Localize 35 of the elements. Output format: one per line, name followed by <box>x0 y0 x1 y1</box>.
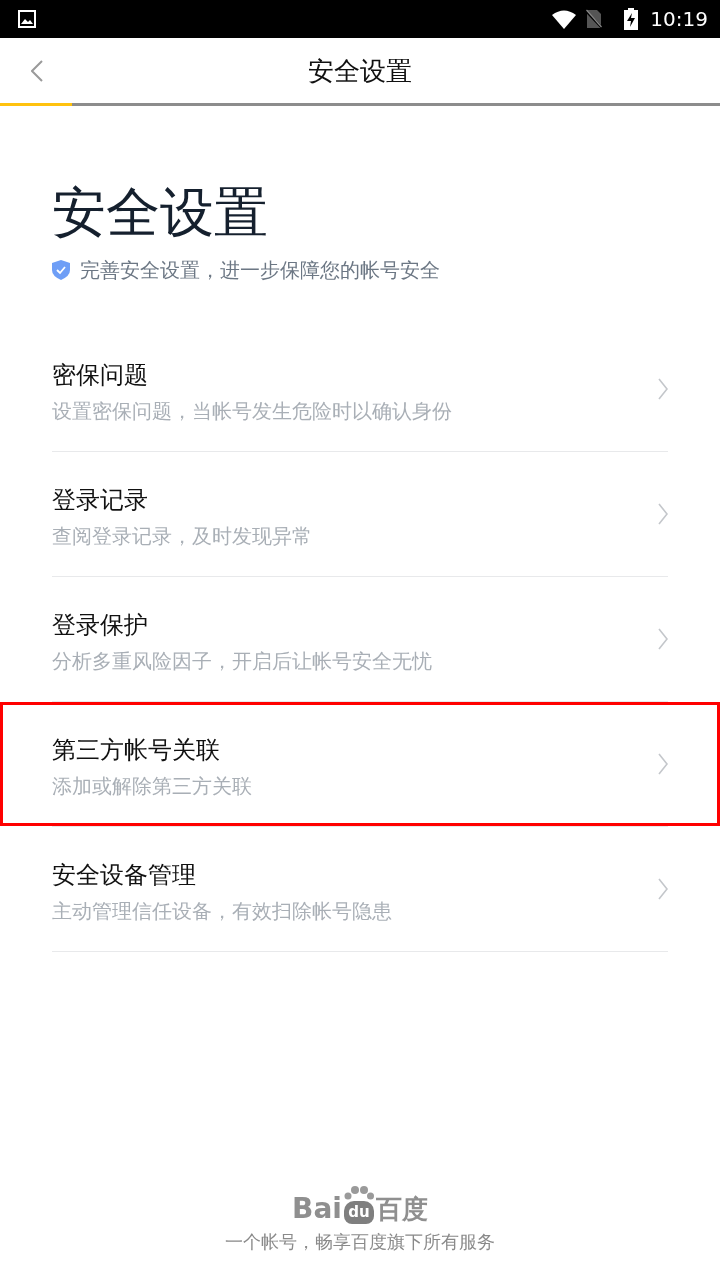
paw-toes-icon <box>343 1186 374 1200</box>
item-title: 登录保护 <box>52 610 148 641</box>
settings-list-item[interactable]: 登录记录 查阅登录记录，及时发现异常 <box>0 452 720 576</box>
item-title: 安全设备管理 <box>52 860 196 891</box>
shield-check-icon <box>52 260 70 280</box>
chevron-right-icon <box>658 628 668 650</box>
item-title: 密保问题 <box>52 360 148 391</box>
no-sim-icon <box>586 9 603 29</box>
logo-paw-text: du <box>344 1201 374 1224</box>
nav-title: 安全设置 <box>308 54 412 88</box>
item-description: 添加或解除第三方关联 <box>52 773 252 800</box>
back-chevron-icon <box>31 60 43 82</box>
settings-list-item[interactable]: 第三方帐号关联 添加或解除第三方关联 <box>0 702 720 826</box>
item-description: 查阅登录记录，及时发现异常 <box>52 523 312 550</box>
chevron-right-icon <box>658 378 668 400</box>
battery-charging-icon <box>624 8 639 30</box>
logo-text: Bai <box>292 1194 342 1224</box>
page-heading: 安全设置 <box>52 181 268 245</box>
page-subtitle: 完善安全设置，进一步保障您的帐号安全 <box>80 257 440 284</box>
picture-icon <box>18 10 36 28</box>
logo-text: 百度 <box>375 1194 428 1224</box>
chevron-right-icon <box>658 878 668 900</box>
item-title: 登录记录 <box>52 485 148 516</box>
settings-list-item[interactable]: 登录保护 分析多重风险因子，开启后让帐号安全无忧 <box>0 577 720 701</box>
chevron-right-icon <box>658 753 668 775</box>
status-time: 10:19 <box>650 7 708 31</box>
settings-list-item[interactable]: 密保问题 设置密保问题，当帐号发生危险时以确认身份 <box>0 327 720 451</box>
footer-tagline: 一个帐号，畅享百度旗下所有服务 <box>225 1230 495 1254</box>
chevron-right-icon <box>658 503 668 525</box>
settings-list-item[interactable]: 安全设备管理 主动管理信任设备，有效扫除帐号隐患 <box>0 827 720 951</box>
item-description: 主动管理信任设备，有效扫除帐号隐患 <box>52 898 392 925</box>
wifi-icon <box>552 9 577 29</box>
item-title: 第三方帐号关联 <box>52 735 220 766</box>
item-description: 分析多重风险因子，开启后让帐号安全无忧 <box>52 648 432 675</box>
item-description: 设置密保问题，当帐号发生危险时以确认身份 <box>52 398 452 425</box>
